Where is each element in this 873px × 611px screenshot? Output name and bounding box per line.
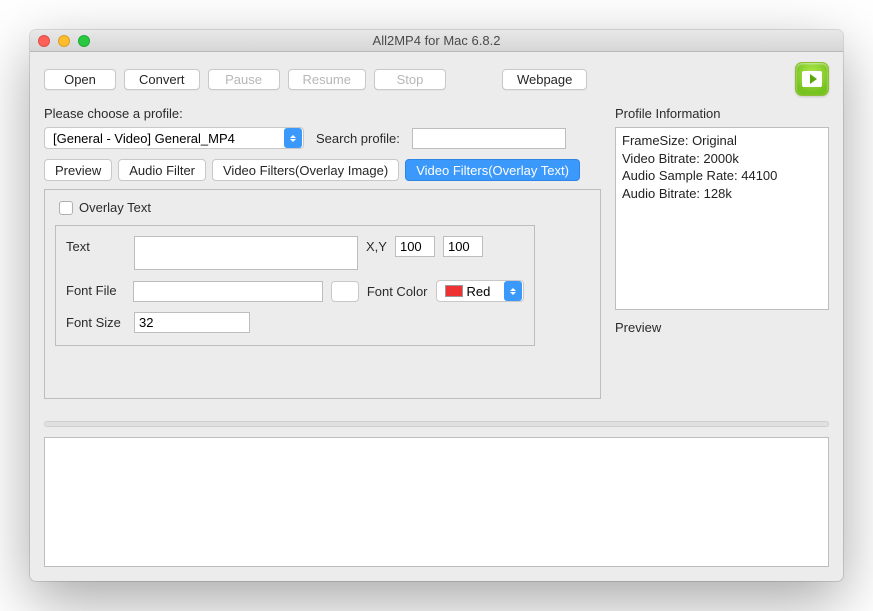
open-button[interactable]: Open — [44, 69, 116, 90]
font-file-label: Font File — [66, 284, 125, 298]
profile-info-audio-sample-rate: Audio Sample Rate: 44100 — [622, 167, 822, 185]
tab-audio-filter[interactable]: Audio Filter — [118, 159, 206, 181]
overlay-text-input[interactable] — [134, 236, 358, 270]
progress-bar — [44, 421, 829, 427]
close-icon[interactable] — [38, 35, 50, 47]
font-file-input[interactable] — [133, 281, 323, 302]
font-size-input[interactable] — [134, 312, 250, 333]
choose-profile-label: Please choose a profile: — [44, 106, 601, 121]
titlebar: All2MP4 for Mac 6.8.2 — [30, 30, 843, 52]
tab-video-overlay-text[interactable]: Video Filters(Overlay Text) — [405, 159, 580, 181]
window-title: All2MP4 for Mac 6.8.2 — [30, 33, 843, 48]
app-logo-icon — [795, 62, 829, 96]
color-swatch-icon — [445, 285, 463, 297]
tabs: Preview Audio Filter Video Filters(Overl… — [44, 159, 601, 181]
profile-select-value: [General - Video] General_MP4 — [53, 131, 283, 146]
profile-info-video-bitrate: Video Bitrate: 2000k — [622, 150, 822, 168]
font-size-label: Font Size — [66, 315, 126, 330]
pause-button[interactable]: Pause — [208, 69, 280, 90]
content-area: Open Convert Pause Resume Stop Webpage P… — [30, 52, 843, 581]
minimize-icon[interactable] — [58, 35, 70, 47]
font-color-value: Red — [467, 284, 503, 299]
search-profile-input[interactable] — [412, 128, 566, 149]
app-window: All2MP4 for Mac 6.8.2 Open Convert Pause… — [30, 30, 843, 581]
overlay-text-checkbox-label: Overlay Text — [79, 200, 151, 215]
y-input[interactable] — [443, 236, 483, 257]
font-file-browse-button[interactable] — [331, 281, 359, 302]
search-profile-label: Search profile: — [316, 131, 400, 146]
overlay-text-panel: Overlay Text Text X,Y Font File — [44, 189, 601, 399]
webpage-button[interactable]: Webpage — [502, 69, 587, 90]
window-controls — [38, 35, 90, 47]
overlay-text-checkbox[interactable] — [59, 201, 73, 215]
chevron-updown-icon — [504, 281, 522, 301]
x-input[interactable] — [395, 236, 435, 257]
log-output — [44, 437, 829, 567]
convert-button[interactable]: Convert — [124, 69, 200, 90]
play-icon — [802, 71, 822, 87]
font-color-label: Font Color — [367, 284, 428, 299]
resume-button[interactable]: Resume — [288, 69, 366, 90]
text-label: Text — [66, 236, 126, 254]
overlay-text-form: Text X,Y Font File Font Color — [55, 225, 535, 346]
profile-info-audio-bitrate: Audio Bitrate: 128k — [622, 185, 822, 203]
toolbar: Open Convert Pause Resume Stop Webpage — [44, 62, 829, 96]
xy-label: X,Y — [366, 236, 387, 254]
profile-info-box: FrameSize: Original Video Bitrate: 2000k… — [615, 127, 829, 310]
font-color-select[interactable]: Red — [436, 280, 524, 302]
chevron-updown-icon — [284, 128, 302, 148]
tab-preview[interactable]: Preview — [44, 159, 112, 181]
stop-button[interactable]: Stop — [374, 69, 446, 90]
zoom-icon[interactable] — [78, 35, 90, 47]
profile-info-framesize: FrameSize: Original — [622, 132, 822, 150]
preview-label: Preview — [615, 320, 829, 335]
profile-select[interactable]: [General - Video] General_MP4 — [44, 127, 304, 149]
tab-video-overlay-image[interactable]: Video Filters(Overlay Image) — [212, 159, 399, 181]
profile-info-heading: Profile Information — [615, 106, 829, 121]
